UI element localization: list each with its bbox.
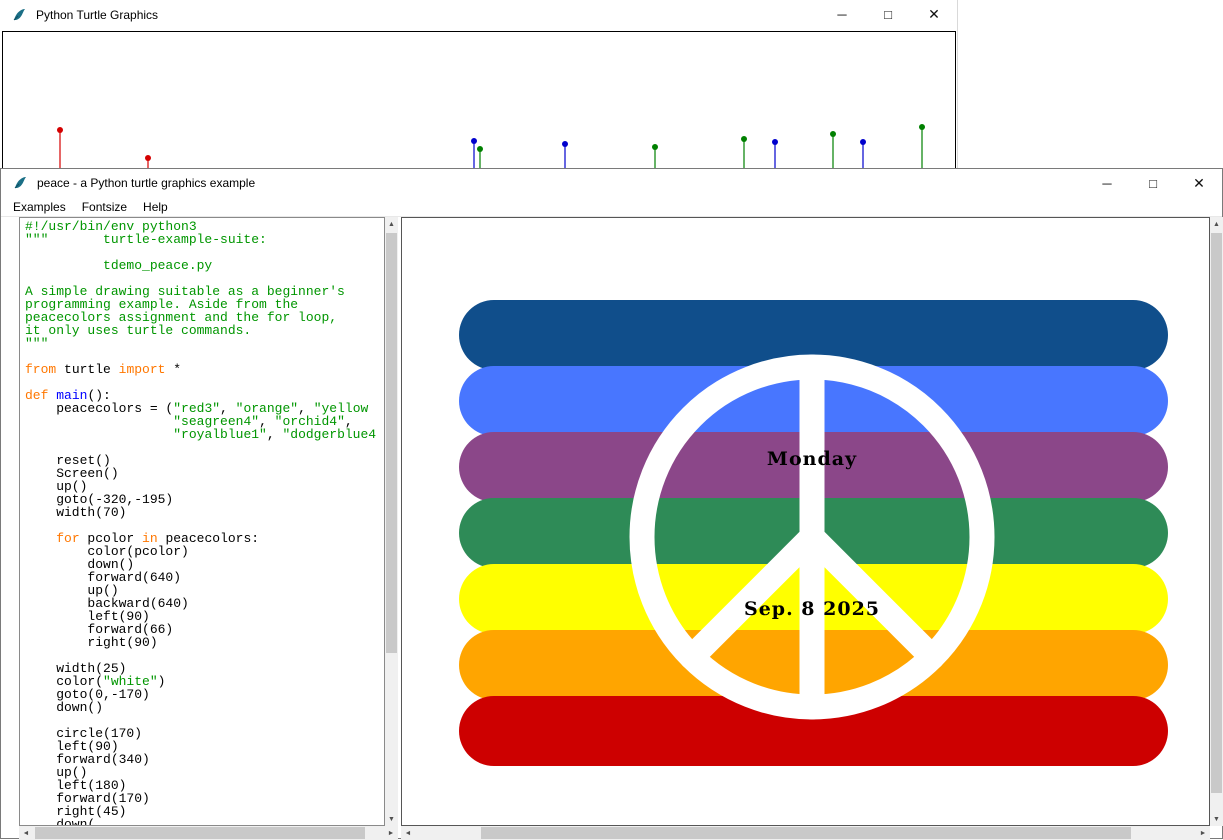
code-vscroll-track[interactable] [385,231,398,812]
scroll-down-icon[interactable]: ▼ [1210,812,1223,826]
scroll-down-icon[interactable]: ▼ [385,812,398,826]
canvas-vertical-scrollbar[interactable]: ▲ ▼ [1210,217,1223,826]
turtle-figure-dot [772,139,778,145]
turtle-figure-dot [471,138,477,144]
code-hscroll-track[interactable] [33,826,384,840]
canvas-horizontal-scrollbar[interactable]: ◄ ► [401,826,1210,840]
code-line: from turtle import * [25,363,384,376]
scroll-left-icon[interactable]: ◄ [401,826,415,840]
code-vscroll-thumb[interactable] [386,233,397,653]
code-hscroll-thumb[interactable] [35,827,365,839]
code-line: right(90) [25,636,384,649]
close-button[interactable]: ✕ [911,0,957,29]
peace-canvas: Monday Sep. 8 2025 [401,217,1210,826]
turtle-figure-dot [919,124,925,130]
code-line: width(70) [25,506,384,519]
turtle-window-controls: ─ □ ✕ [819,0,957,29]
canvas-hscroll-track[interactable] [415,826,1196,840]
peace-window-controls: ─ □ ✕ [1084,169,1222,197]
turtle-graphics-canvas [2,31,956,171]
turtle-figure-dot [477,146,483,152]
turtle-figure-dot [145,155,151,161]
code-line: down() [25,701,384,714]
menu-fontsize[interactable]: Fontsize [74,198,135,216]
turtle-figure-dot [830,131,836,137]
close-button[interactable]: ✕ [1176,169,1222,197]
canvas-text: Sep. 8 2025 [744,598,880,620]
canvas-text: Monday [767,448,857,470]
turtle-canvas-svg [3,32,955,170]
code-line: it only uses turtle commands. [25,324,384,337]
maximize-button[interactable]: □ [865,0,911,29]
scroll-up-icon[interactable]: ▲ [1210,217,1223,231]
canvas-vscroll-thumb[interactable] [1211,233,1222,793]
turtle-figure-dot [741,136,747,142]
canvas-vscroll-track[interactable] [1210,231,1223,812]
window-content: #!/usr/bin/env python3""" turtle-example… [1,217,1222,838]
minimize-button[interactable]: ─ [1084,169,1130,197]
scroll-up-icon[interactable]: ▲ [385,217,398,231]
code-horizontal-scrollbar[interactable]: ◄ ► [19,826,398,840]
turtle-window-titlebar[interactable]: Python Turtle Graphics ─ □ ✕ [0,0,957,29]
peace-demo-window: peace - a Python turtle graphics example… [0,168,1223,839]
scroll-right-icon[interactable]: ► [1196,826,1210,840]
maximize-button[interactable]: □ [1130,169,1176,197]
turtle-graphics-window: Python Turtle Graphics ─ □ ✕ [0,0,958,168]
menu-help[interactable]: Help [135,198,176,216]
turtle-figure-dot [562,141,568,147]
code-vertical-scrollbar[interactable]: ▲ ▼ [385,217,398,826]
turtle-window-title: Python Turtle Graphics [36,8,158,22]
canvas-hscroll-thumb[interactable] [481,827,1131,839]
minimize-button[interactable]: ─ [819,0,865,29]
turtle-figure-dot [57,127,63,133]
turtle-figure-dot [860,139,866,145]
code-line: down( [25,818,384,826]
scroll-left-icon[interactable]: ◄ [19,826,33,840]
menu-bar: ExamplesFontsizeHelp [1,197,1222,217]
code-line: tdemo_peace.py [25,259,384,272]
turtle-figure-dot [652,144,658,150]
scroll-right-icon[interactable]: ► [384,826,398,840]
peace-window-titlebar[interactable]: peace - a Python turtle graphics example… [1,169,1222,197]
app-icon [12,175,28,191]
code-viewer[interactable]: #!/usr/bin/env python3""" turtle-example… [19,217,385,826]
code-line: "royalblue1", "dodgerblue4 [25,428,384,441]
code-line: """ [25,337,384,350]
app-icon [11,7,27,23]
peace-window-title: peace - a Python turtle graphics example [37,176,255,190]
peace-canvas-svg: Monday Sep. 8 2025 [402,218,1209,825]
menu-examples[interactable]: Examples [5,198,74,216]
code-line: """ turtle-example-suite: [25,233,384,246]
